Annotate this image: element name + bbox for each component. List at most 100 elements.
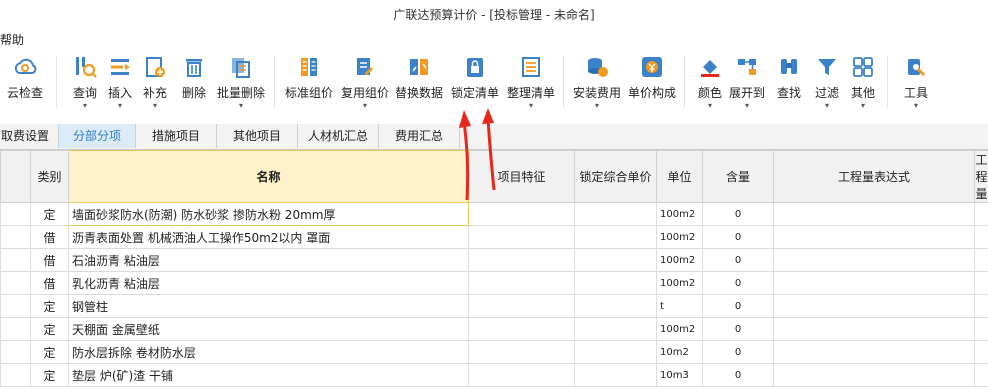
tab-labor-material-machine[interactable]: 人材机汇总 <box>298 124 379 148</box>
other-button[interactable]: 其他 ▾ <box>845 50 881 120</box>
replace-data-button[interactable]: 替换数据 <box>393 50 445 120</box>
row-type-cell[interactable]: 定 <box>31 295 69 318</box>
tab-fee-settings[interactable]: 取费设置 <box>0 124 59 148</box>
row-quantity-cell[interactable]: 0 <box>703 203 774 226</box>
row-type-cell[interactable]: 借 <box>31 272 69 295</box>
row-feature-cell[interactable] <box>469 295 575 318</box>
row-locked-price-cell[interactable] <box>575 341 657 364</box>
row-number-cell[interactable] <box>1 341 31 364</box>
filter-button[interactable]: 过滤 ▾ <box>809 50 845 120</box>
row-number-cell[interactable] <box>1 249 31 272</box>
row-type-cell[interactable]: 定 <box>31 364 69 387</box>
lock-list-button[interactable]: 锁定清单 <box>448 50 502 120</box>
find-button[interactable]: 查找 <box>771 50 807 120</box>
row-number-cell[interactable] <box>1 318 31 341</box>
row-quantity-cell[interactable]: 0 <box>703 272 774 295</box>
organize-list-button[interactable]: 整理清单 ▾ <box>504 50 558 120</box>
unit-price-composition-button[interactable]: 单价构成 <box>626 50 678 120</box>
column-header-locked-price[interactable]: 锁定综合单价 <box>575 151 657 203</box>
row-amount-cell[interactable] <box>975 295 988 318</box>
row-name-cell[interactable]: 乳化沥青 粘油层 <box>69 272 469 295</box>
row-feature-cell[interactable] <box>469 249 575 272</box>
row-expression-cell[interactable] <box>774 249 975 272</box>
row-unit-cell[interactable]: 10m2 <box>657 341 703 364</box>
row-locked-price-cell[interactable] <box>575 295 657 318</box>
row-quantity-cell[interactable]: 0 <box>703 249 774 272</box>
row-amount-cell[interactable] <box>975 249 988 272</box>
row-quantity-cell[interactable]: 0 <box>703 226 774 249</box>
row-type-cell[interactable]: 借 <box>31 249 69 272</box>
table-row[interactable]: 定垫层 炉(矿)渣 干铺 10m30 <box>1 364 988 387</box>
row-locked-price-cell[interactable] <box>575 226 657 249</box>
row-number-cell[interactable] <box>1 364 31 387</box>
column-header-feature[interactable]: 项目特征 <box>469 151 575 203</box>
row-quantity-cell[interactable]: 0 <box>703 364 774 387</box>
column-header-amount[interactable]: 工程量 <box>975 151 988 203</box>
row-feature-cell[interactable] <box>469 272 575 295</box>
row-type-cell[interactable]: 定 <box>31 341 69 364</box>
row-locked-price-cell[interactable] <box>575 364 657 387</box>
row-amount-cell[interactable] <box>975 364 988 387</box>
column-header-name[interactable]: 名称 <box>69 151 469 203</box>
row-name-cell[interactable]: 防水层拆除 卷材防水层 <box>69 341 469 364</box>
tab-sub-items[interactable]: 分部分项 <box>59 124 136 148</box>
row-unit-cell[interactable]: 100m2 <box>657 226 703 249</box>
row-expression-cell[interactable] <box>774 364 975 387</box>
row-expression-cell[interactable] <box>774 318 975 341</box>
row-number-cell[interactable] <box>1 272 31 295</box>
row-name-cell[interactable]: 沥青表面处置 机械洒油人工操作50m2以内 罩面 <box>69 226 469 249</box>
row-name-cell[interactable]: 石油沥青 粘油层 <box>69 249 469 272</box>
row-number-cell[interactable] <box>1 203 31 226</box>
row-locked-price-cell[interactable] <box>575 249 657 272</box>
row-unit-cell[interactable]: 100m2 <box>657 318 703 341</box>
table-row[interactable]: 定钢管柱 t0 <box>1 295 988 318</box>
row-unit-cell[interactable]: t <box>657 295 703 318</box>
row-quantity-cell[interactable]: 0 <box>703 341 774 364</box>
row-expression-cell[interactable] <box>774 272 975 295</box>
row-number-cell[interactable] <box>1 226 31 249</box>
row-name-cell[interactable]: 垫层 炉(矿)渣 干铺 <box>69 364 469 387</box>
table-row[interactable]: 定墙面砂浆防水(防潮) 防水砂浆 掺防水粉 20mm厚 100m20 <box>1 203 988 226</box>
row-type-cell[interactable]: 借 <box>31 226 69 249</box>
row-name-cell[interactable]: 墙面砂浆防水(防潮) 防水砂浆 掺防水粉 20mm厚 <box>69 203 469 226</box>
install-cost-button[interactable]: 安装费用 ▾ <box>569 50 625 120</box>
row-feature-cell[interactable] <box>469 226 575 249</box>
row-unit-cell[interactable]: 100m2 <box>657 203 703 226</box>
query-button[interactable]: 查询 ▾ <box>68 50 102 120</box>
row-amount-cell[interactable] <box>975 318 988 341</box>
row-amount-cell[interactable] <box>975 226 988 249</box>
row-unit-cell[interactable]: 100m2 <box>657 249 703 272</box>
tab-other-items[interactable]: 其他项目 <box>217 124 298 148</box>
expand-to-button[interactable]: 展开到 ▾ <box>727 50 767 120</box>
column-header-quantity[interactable]: 含量 <box>703 151 774 203</box>
row-expression-cell[interactable] <box>774 203 975 226</box>
row-unit-cell[interactable]: 10m3 <box>657 364 703 387</box>
row-expression-cell[interactable] <box>774 226 975 249</box>
row-locked-price-cell[interactable] <box>575 203 657 226</box>
row-feature-cell[interactable] <box>469 364 575 387</box>
batch-delete-button[interactable]: 批量删除 ▾ <box>214 50 268 120</box>
row-quantity-cell[interactable]: 0 <box>703 295 774 318</box>
row-amount-cell[interactable] <box>975 203 988 226</box>
column-header-unit[interactable]: 单位 <box>657 151 703 203</box>
row-feature-cell[interactable] <box>469 203 575 226</box>
row-locked-price-cell[interactable] <box>575 318 657 341</box>
table-row[interactable]: 借沥青表面处置 机械洒油人工操作50m2以内 罩面 100m20 <box>1 226 988 249</box>
row-unit-cell[interactable]: 100m2 <box>657 272 703 295</box>
tools-button[interactable]: 工具 ▾ <box>898 50 934 120</box>
row-name-cell[interactable]: 天棚面 金属壁纸 <box>69 318 469 341</box>
standard-pricing-button[interactable]: 标准组价 <box>282 50 336 120</box>
row-type-cell[interactable]: 定 <box>31 318 69 341</box>
row-feature-cell[interactable] <box>469 341 575 364</box>
row-quantity-cell[interactable]: 0 <box>703 318 774 341</box>
insert-button[interactable]: 插入 ▾ <box>104 50 136 120</box>
table-row[interactable]: 借乳化沥青 粘油层 100m20 <box>1 272 988 295</box>
row-amount-cell[interactable] <box>975 341 988 364</box>
row-expression-cell[interactable] <box>774 341 975 364</box>
menu-help[interactable]: 帮助 <box>0 31 24 48</box>
table-row[interactable]: 借石油沥青 粘油层 100m20 <box>1 249 988 272</box>
row-type-cell[interactable]: 定 <box>31 203 69 226</box>
cloud-check-button[interactable]: 云检查 <box>0 50 50 120</box>
row-name-cell[interactable]: 钢管柱 <box>69 295 469 318</box>
row-locked-price-cell[interactable] <box>575 272 657 295</box>
